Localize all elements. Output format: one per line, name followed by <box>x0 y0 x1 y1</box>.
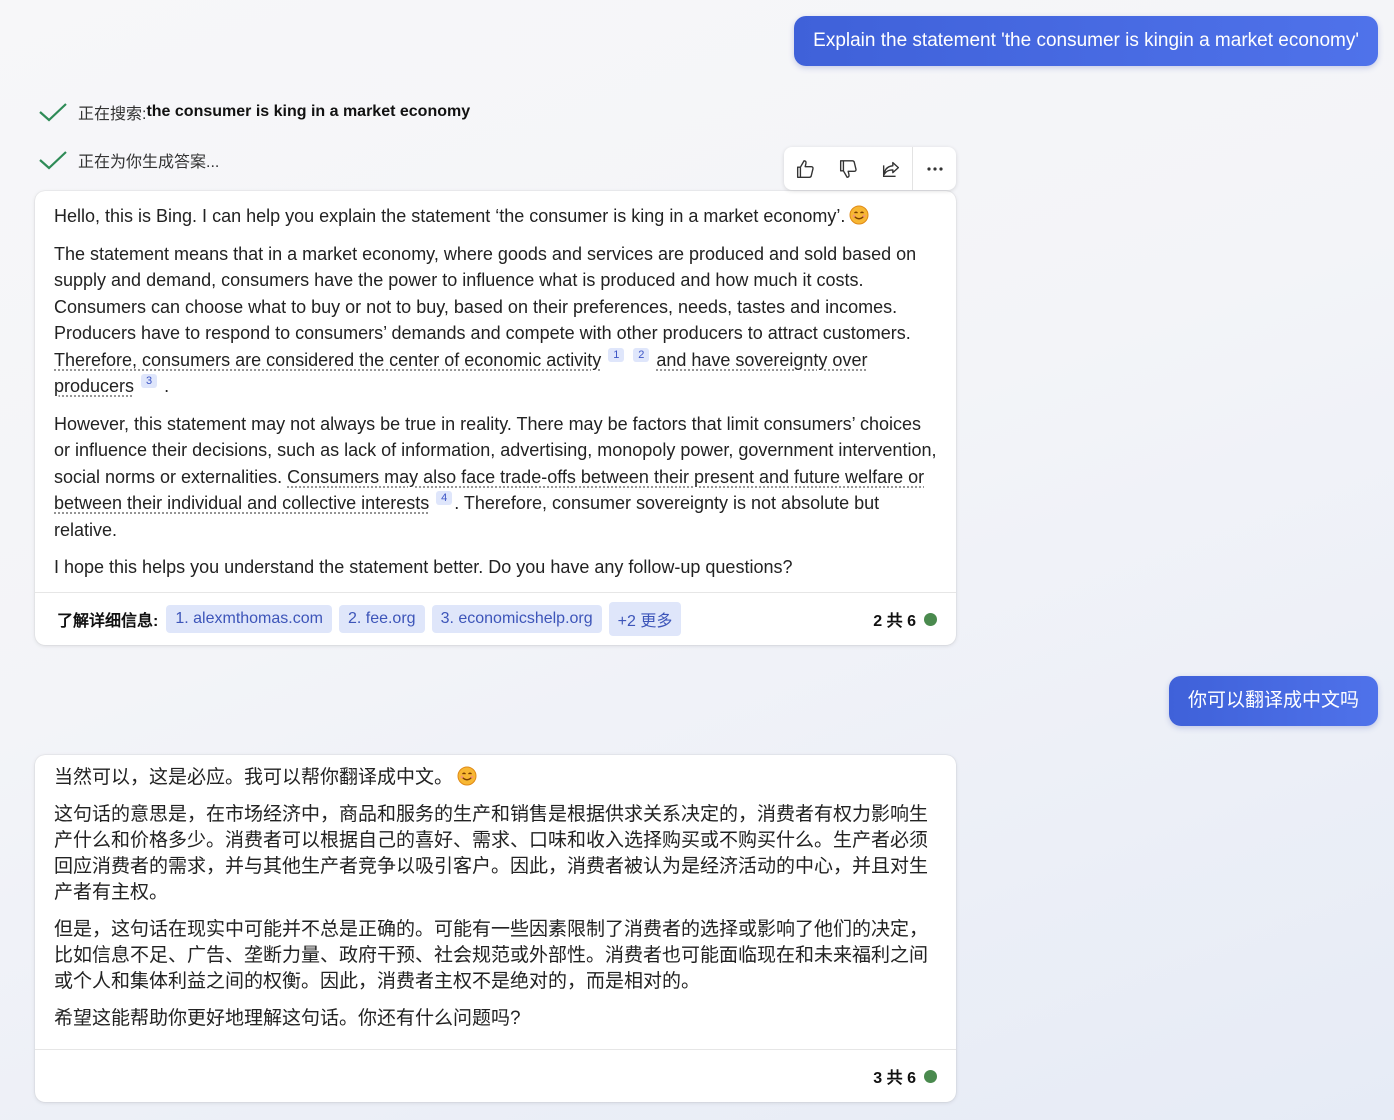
status-dot <box>924 612 937 626</box>
more-options-button[interactable] <box>913 147 956 190</box>
search-query: the consumer is king in a market economy <box>146 103 471 120</box>
response-paragraph: However, this statement may not always b… <box>54 411 937 544</box>
share-button[interactable] <box>870 147 913 190</box>
response-count-text: 2 共 6 <box>873 613 916 630</box>
response-intro: 当然可以，这是必应。我可以帮你翻译成中文。 <box>54 765 937 791</box>
paragraph-text: The statement means that in a market eco… <box>54 243 917 344</box>
sources-footer: 了解详细信息: 1. alexmthomas.com 2. fee.org 3.… <box>35 592 956 645</box>
learn-more-label: 了解详细信息: <box>57 613 159 630</box>
more-sources-link[interactable]: +2 更多 <box>608 602 682 636</box>
generating-status-text: 正在为你生成答案... <box>78 154 220 171</box>
citation-2[interactable]: 2 <box>633 347 650 362</box>
like-button[interactable] <box>784 147 827 190</box>
response-count-text: 3 共 6 <box>873 1070 916 1087</box>
search-status-prefix: 正在搜索: <box>78 106 147 123</box>
message-action-bar <box>784 147 956 190</box>
share-icon <box>882 161 899 177</box>
search-status: 正在搜索: the consumer is king in a market e… <box>38 100 470 124</box>
smiling-emoji-icon <box>457 766 477 786</box>
response-footer: 3 共 6 <box>35 1049 956 1102</box>
source-link-2[interactable]: 2. fee.org <box>338 605 425 633</box>
bot-response-card: Hello, this is Bing. I can help you expl… <box>35 191 956 645</box>
response-closing: I hope this helps you understand the sta… <box>54 557 793 577</box>
user-message-text: 你可以翻译成中文吗 <box>1187 690 1359 711</box>
response-intro: Hello, this is Bing. I can help you expl… <box>54 203 937 230</box>
response-closing: 希望这能帮助你更好地理解这句话。你还有什么问题吗? <box>54 1008 521 1029</box>
response-counter: 2 共 6 <box>873 607 937 631</box>
paragraph-end: . <box>164 376 170 396</box>
cited-text[interactable]: Therefore, consumers are considered the … <box>54 350 601 370</box>
user-message-bubble: 你可以翻译成中文吗 <box>1168 676 1378 726</box>
response-paragraph: 但是，这句话在现实中可能并不总是正确的。可能有一些因素限制了消费者的选择或影响了… <box>54 919 929 992</box>
check-icon <box>39 103 67 122</box>
dislike-button[interactable] <box>827 147 870 190</box>
thumbs-up-icon <box>797 159 815 178</box>
smiling-emoji-icon <box>849 205 869 225</box>
user-message-bubble: Explain the statement 'the consumer is k… <box>794 16 1378 66</box>
generating-status: 正在为你生成答案... <box>38 148 219 172</box>
response-intro-text: Hello, this is Bing. I can help you expl… <box>54 206 846 226</box>
source-link-3[interactable]: 3. economicshelp.org <box>431 605 602 633</box>
status-dot <box>924 1069 937 1083</box>
response-paragraph: The statement means that in a market eco… <box>54 241 937 400</box>
citation-1[interactable]: 1 <box>608 347 625 362</box>
user-message-text: Explain the statement 'the consumer is k… <box>813 30 1359 51</box>
response-intro-text: 当然可以，这是必应。我可以帮你翻译成中文。 <box>54 767 454 788</box>
check-icon <box>39 151 67 170</box>
source-link-1[interactable]: 1. alexmthomas.com <box>166 605 332 633</box>
response-counter: 3 共 6 <box>873 1064 937 1088</box>
bot-response-card: 当然可以，这是必应。我可以帮你翻译成中文。 这句话的意思是，在市场经济中，商品和… <box>35 755 956 1102</box>
citation-4[interactable]: 4 <box>436 491 453 505</box>
citation-3[interactable]: 3 <box>141 374 158 388</box>
response-paragraph: 这句话的意思是，在市场经济中，商品和服务的生产和销售是根据供求关系决定的，消费者… <box>54 804 929 903</box>
thumbs-down-icon <box>840 159 857 178</box>
more-icon <box>927 166 943 171</box>
